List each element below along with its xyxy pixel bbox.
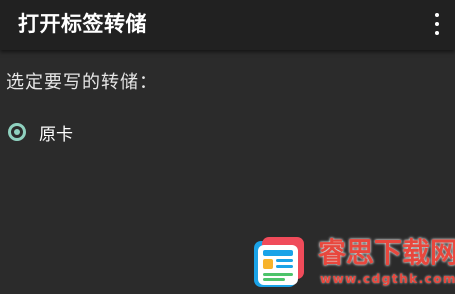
dump-option-label: 原卡 <box>39 124 73 145</box>
overflow-menu-button[interactable] <box>427 10 447 40</box>
app-bar: 打开标签转储 <box>0 0 455 50</box>
site-logo-icon <box>254 237 304 287</box>
dump-option-original-card[interactable]: 原卡 <box>8 119 73 145</box>
watermark-url: www.cdgthk.com <box>320 272 455 286</box>
site-watermark: 睿思下载网 www.cdgthk.com <box>252 233 455 293</box>
radio-selected-icon[interactable] <box>8 123 26 141</box>
select-dump-label: 选定要写的转储： <box>6 72 158 93</box>
watermark-title: 睿思下载网 <box>318 236 455 269</box>
page-title: 打开标签转储 <box>18 12 147 36</box>
app-screen: 打开标签转储 选定要写的转储： 原卡 睿思下载网 www.cdgthk.com <box>0 0 455 294</box>
